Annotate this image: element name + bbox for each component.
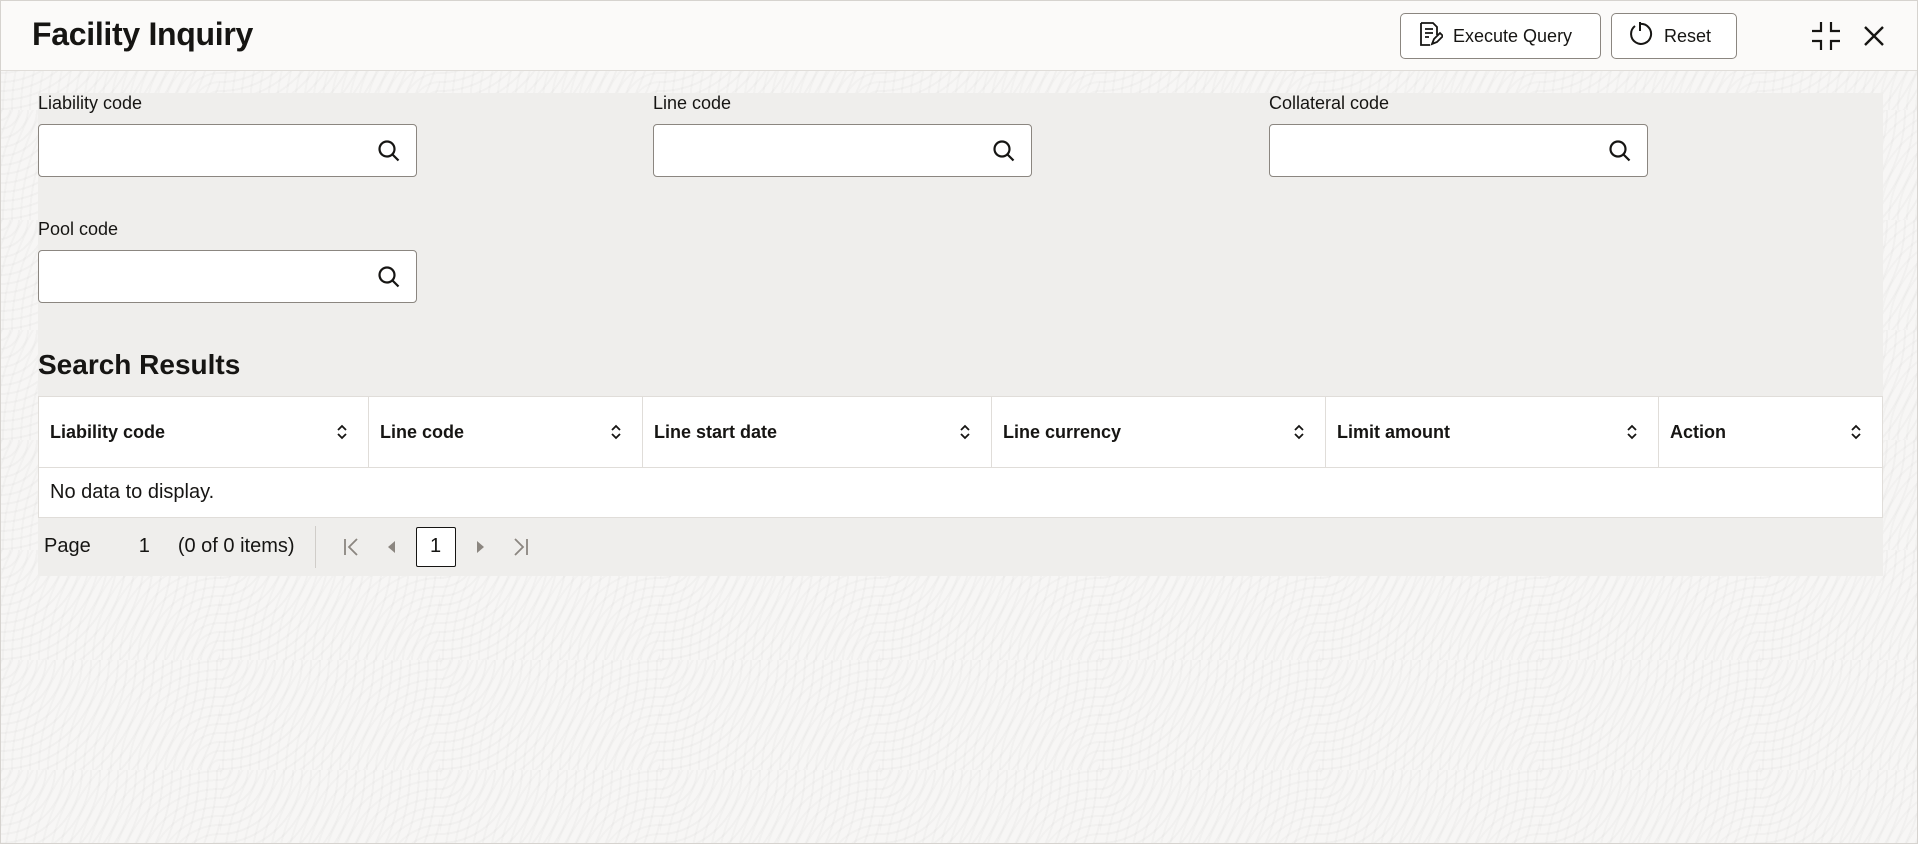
column-header-line-code[interactable]: Line code [369, 397, 643, 467]
next-page-button[interactable] [460, 527, 500, 567]
liability-code-input[interactable] [39, 125, 369, 176]
line-code-label: Line code [653, 93, 732, 113]
minimize-icon[interactable] [1809, 19, 1843, 53]
column-header-action[interactable]: Action [1659, 397, 1882, 467]
collateral-code-label: Collateral code [1269, 93, 1390, 113]
sort-icon [960, 424, 970, 440]
pagination-bar: Page 1 (0 of 0 items) 1 [38, 517, 1883, 576]
empty-message: No data to display. [50, 481, 215, 503]
next-page-icon [476, 540, 484, 553]
reset-icon [1626, 20, 1654, 53]
pager-divider [314, 525, 316, 568]
pool-code-input[interactable] [39, 251, 369, 302]
current-page-button[interactable]: 1 [415, 526, 456, 567]
column-header-limit-amount[interactable]: Limit amount [1326, 397, 1659, 467]
page-label: Page [44, 535, 91, 557]
close-icon[interactable] [1857, 19, 1891, 53]
previous-page-icon [387, 540, 395, 553]
first-page-icon [343, 537, 358, 556]
last-page-button[interactable] [500, 527, 540, 567]
search-icon[interactable] [991, 138, 1017, 164]
execute-query-label: Execute Query [1453, 25, 1573, 46]
results-table: Liability code Line code Line start date… [38, 396, 1883, 518]
search-results-title: Search Results [38, 349, 241, 380]
pool-code-label: Pool code [38, 219, 119, 239]
page-title: Facility Inquiry [32, 16, 254, 52]
reset-button[interactable]: Reset [1611, 13, 1737, 59]
last-page-icon [513, 537, 528, 556]
liability-code-field [38, 124, 417, 177]
page-number: 1 [138, 535, 150, 557]
first-page-button[interactable] [332, 527, 372, 567]
reset-label: Reset [1664, 25, 1712, 46]
sort-icon [1294, 424, 1304, 440]
table-header: Liability code Line code Line start date… [39, 397, 1882, 468]
column-header-line-currency[interactable]: Line currency [992, 397, 1326, 467]
execute-query-button[interactable]: Execute Query [1400, 13, 1601, 59]
collateral-code-input[interactable] [1270, 125, 1600, 176]
search-icon[interactable] [376, 264, 402, 290]
column-header-line-start-date[interactable]: Line start date [643, 397, 992, 467]
line-code-field [653, 124, 1032, 177]
search-panel: Liability code Line code Collateral code… [38, 93, 1883, 576]
search-icon[interactable] [376, 138, 402, 164]
column-header-liability-code[interactable]: Liability code [39, 397, 369, 467]
facility-inquiry-window: Facility Inquiry Execute Query Reset Lia… [0, 0, 1918, 844]
collateral-code-field [1269, 124, 1648, 177]
search-icon[interactable] [1607, 138, 1633, 164]
line-code-input[interactable] [654, 125, 984, 176]
sort-icon [337, 424, 347, 440]
items-count: (0 of 0 items) [177, 535, 295, 557]
liability-code-label: Liability code [38, 93, 143, 113]
previous-page-button[interactable] [372, 527, 412, 567]
execute-query-icon [1415, 20, 1445, 53]
sort-icon [1851, 424, 1861, 440]
pool-code-field [38, 250, 417, 303]
sort-icon [1627, 424, 1637, 440]
sort-icon [611, 424, 621, 440]
window-header: Facility Inquiry Execute Query Reset [1, 1, 1917, 71]
